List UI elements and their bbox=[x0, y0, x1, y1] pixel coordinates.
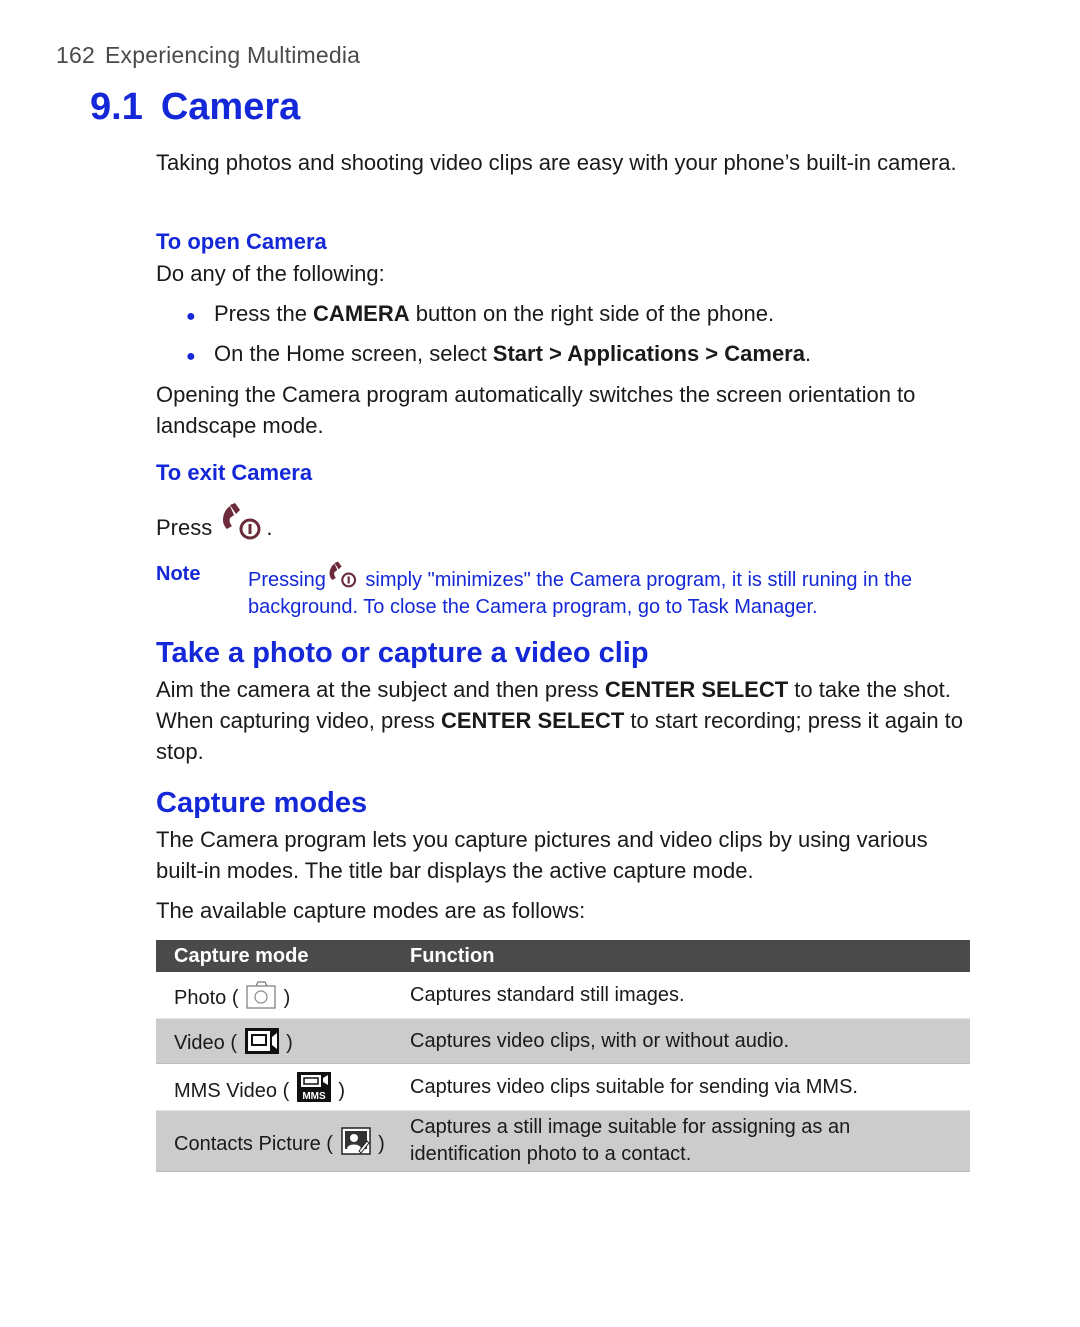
bullet-dot-icon: ● bbox=[186, 348, 196, 365]
function-cell: Captures video clips, with or without au… bbox=[410, 1018, 970, 1064]
chapter-number: 9.1 bbox=[90, 86, 143, 128]
note-text: Pressing simply "minimizes" the Camera p… bbox=[248, 561, 978, 621]
mode-cell: Photo ( ) bbox=[156, 972, 410, 1019]
column-header-capture-mode: Capture mode bbox=[156, 940, 410, 972]
table-header-row: Capture mode Function bbox=[156, 940, 970, 972]
table-row: Contacts Picture ( ) Captures a still im… bbox=[156, 1110, 970, 1172]
open-camera-heading: To open Camera bbox=[156, 229, 327, 254]
intro-paragraph: Taking photos and shooting video clips a… bbox=[156, 150, 957, 175]
mms-video-mode-icon: MMS bbox=[296, 1071, 331, 1102]
function-cell: Captures video clips suitable for sendin… bbox=[410, 1075, 858, 1098]
mode-cell: MMS Video ( MMS ) bbox=[156, 1064, 410, 1111]
video-mode-icon bbox=[244, 1027, 279, 1054]
chapter-title-text: Camera bbox=[160, 86, 301, 128]
chapter-name: Experiencing Multimedia bbox=[104, 42, 361, 68]
svg-text:MMS: MMS bbox=[302, 1091, 326, 1102]
exit-camera-heading: To exit Camera bbox=[156, 460, 313, 485]
note-label: Note bbox=[156, 563, 201, 585]
contacts-picture-mode-icon bbox=[340, 1126, 371, 1155]
photo-mode-icon bbox=[246, 980, 276, 1009]
chapter-title: 9.1 Camera bbox=[90, 86, 300, 129]
capture-modes-heading: Capture modes bbox=[156, 787, 368, 819]
mode-cell: Contacts Picture ( ) bbox=[156, 1110, 410, 1172]
running-head: 162 Experiencing Multimedia bbox=[56, 42, 360, 69]
bullet-item: ● On the Home screen, select Start > App… bbox=[156, 338, 811, 372]
table-row: Video ( ) Captures video clips, with or … bbox=[156, 1018, 970, 1064]
open-camera-lead: Do any of the following: bbox=[156, 261, 385, 286]
bullet-item: ● Press the CAMERA button on the right s… bbox=[156, 298, 774, 332]
orientation-paragraph: Opening the Camera program automatically… bbox=[156, 382, 916, 438]
take-photo-paragraph: Aim the camera at the subject and then p… bbox=[156, 677, 964, 764]
bullet-text: On the Home screen, select Start > Appli… bbox=[214, 341, 812, 366]
table-row: MMS Video ( MMS ) Captures video clips s… bbox=[156, 1064, 970, 1111]
end-call-icon bbox=[329, 561, 356, 588]
function-cell: Captures standard still images. bbox=[410, 983, 685, 1006]
exit-camera-instruction: Press . bbox=[156, 503, 273, 543]
page-number: 162 bbox=[56, 42, 95, 68]
mode-cell: Video ( ) bbox=[156, 1018, 410, 1064]
function-cell: Captures a still image suitable for assi… bbox=[410, 1110, 970, 1172]
table-row: Photo ( ) Captures standard still images… bbox=[156, 972, 970, 1019]
take-photo-heading: Take a photo or capture a video clip bbox=[156, 637, 649, 669]
capture-modes-paragraph: The Camera program lets you capture pict… bbox=[156, 827, 928, 883]
bullet-dot-icon: ● bbox=[186, 308, 196, 325]
end-call-icon bbox=[223, 503, 261, 540]
capture-modes-lead: The available capture modes are as follo… bbox=[156, 898, 586, 923]
capture-modes-table: Capture mode Function Photo ( ) Captures… bbox=[156, 940, 970, 1172]
column-header-function: Function bbox=[410, 940, 970, 972]
bullet-text: Press the CAMERA button on the right sid… bbox=[214, 301, 775, 326]
